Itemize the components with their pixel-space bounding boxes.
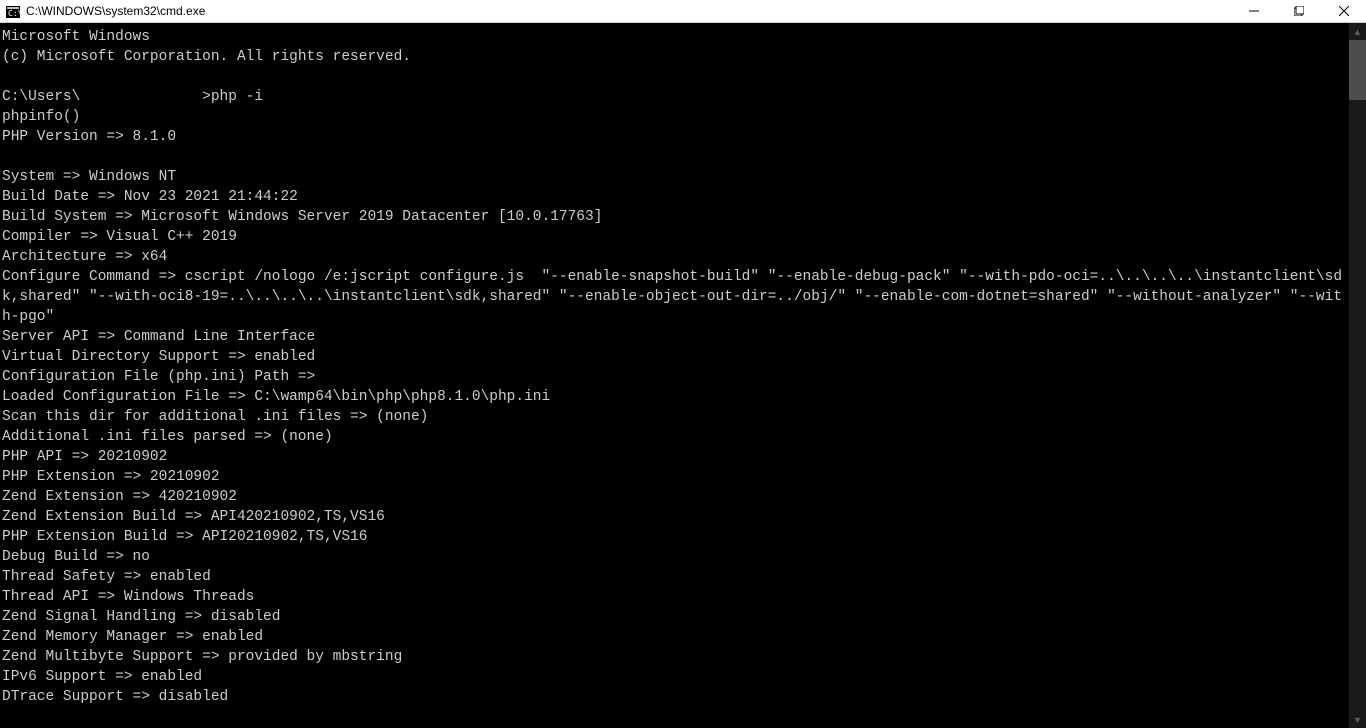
terminal-line: Zend Signal Handling => disabled [2,607,1346,627]
close-button[interactable] [1321,0,1366,22]
terminal-line: Configure Command => cscript /nologo /e:… [2,267,1346,327]
window-title: C:\WINDOWS\system32\cmd.exe [26,4,205,18]
titlebar-controls [1231,0,1366,22]
terminal-line: Thread Safety => enabled [2,567,1346,587]
terminal-line: Server API => Command Line Interface [2,327,1346,347]
terminal-line [2,147,1346,167]
terminal-line [2,67,1346,87]
terminal-line: Zend Extension => 420210902 [2,487,1346,507]
titlebar-left: C:\ C:\WINDOWS\system32\cmd.exe [0,4,205,18]
terminal-line: PHP API => 20210902 [2,447,1346,467]
terminal-line: C:\Users\ >php -i [2,87,1346,107]
scroll-down-arrow[interactable]: ▼ [1349,711,1366,728]
terminal-line: Microsoft Windows [2,27,1346,47]
terminal-line: PHP Extension => 20210902 [2,467,1346,487]
terminal-line: Additional .ini files parsed => (none) [2,427,1346,447]
scroll-thumb[interactable] [1349,40,1366,100]
terminal-line: Zend Multibyte Support => provided by mb… [2,647,1346,667]
terminal-line: (c) Microsoft Corporation. All rights re… [2,47,1346,67]
terminal-line: Virtual Directory Support => enabled [2,347,1346,367]
cmd-icon: C:\ [6,5,20,17]
terminal-line: Zend Memory Manager => enabled [2,627,1346,647]
maximize-button[interactable] [1276,0,1321,22]
minimize-button[interactable] [1231,0,1276,22]
terminal-area[interactable]: Microsoft Windows (c) Microsoft Corporat… [0,23,1366,728]
terminal-line: Architecture => x64 [2,247,1346,267]
scroll-up-arrow[interactable]: ▲ [1349,23,1366,40]
terminal-line: DTrace Support => disabled [2,687,1346,707]
terminal-line: phpinfo() [2,107,1346,127]
terminal-line: Build System => Microsoft Windows Server… [2,207,1346,227]
terminal-line: System => Windows NT [2,167,1346,187]
terminal-line: Thread API => Windows Threads [2,587,1346,607]
terminal-line: Compiler => Visual C++ 2019 [2,227,1346,247]
terminal-line: Configuration File (php.ini) Path => [2,367,1346,387]
vertical-scrollbar[interactable]: ▲ ▼ [1349,23,1366,728]
scroll-track[interactable] [1349,40,1366,711]
window-titlebar: C:\ C:\WINDOWS\system32\cmd.exe [0,0,1366,23]
terminal-line: PHP Extension Build => API20210902,TS,VS… [2,527,1346,547]
terminal-line: IPv6 Support => enabled [2,667,1346,687]
terminal-line: Debug Build => no [2,547,1346,567]
terminal-line: PHP Version => 8.1.0 [2,127,1346,147]
terminal-line: Loaded Configuration File => C:\wamp64\b… [2,387,1346,407]
terminal-line: Zend Extension Build => API420210902,TS,… [2,507,1346,527]
terminal-output: Microsoft Windows (c) Microsoft Corporat… [0,23,1348,711]
svg-text:C:\: C:\ [8,9,20,18]
terminal-line: Scan this dir for additional .ini files … [2,407,1346,427]
terminal-line: Build Date => Nov 23 2021 21:44:22 [2,187,1346,207]
